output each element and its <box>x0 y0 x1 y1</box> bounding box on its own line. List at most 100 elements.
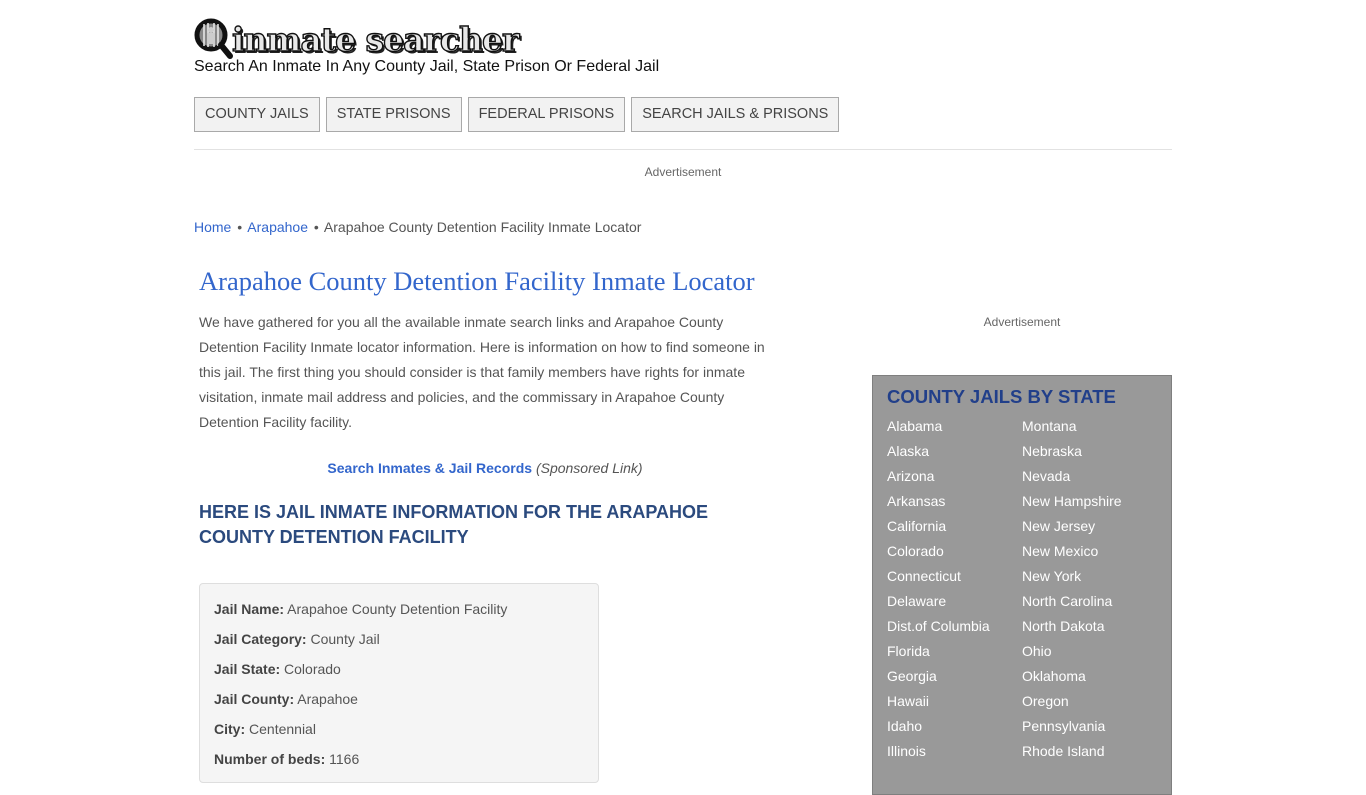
state-list-item: California <box>887 514 1022 539</box>
info-label: Jail State: <box>214 661 281 677</box>
state-list-item: Nevada <box>1022 464 1122 489</box>
breadcrumb-county[interactable]: Arapahoe <box>247 219 308 235</box>
state-list-item: New Jersey <box>1022 514 1122 539</box>
info-label: Jail Category: <box>214 631 307 647</box>
state-list-item: Arkansas <box>887 489 1022 514</box>
state-link[interactable]: New York <box>1022 568 1081 584</box>
state-link[interactable]: Idaho <box>887 718 922 734</box>
state-link[interactable]: Florida <box>887 643 930 659</box>
section-heading: HERE IS JAIL INMATE INFORMATION FOR THE … <box>199 502 709 547</box>
info-value: 1166 <box>329 751 360 767</box>
state-list-item: Nebraska <box>1022 439 1122 464</box>
states-column-2: Montana Nebraska Nevada New Hampshire New Je… <box>1022 414 1122 764</box>
info-value: Centennial <box>249 721 316 737</box>
state-link[interactable]: Montana <box>1022 418 1076 434</box>
info-row-jail-county: Jail County: Arapahoe <box>214 688 584 718</box>
logo-wordmark: inmate searcher <box>231 19 520 59</box>
state-link[interactable]: Hawaii <box>887 693 929 709</box>
state-list-item: Dist.of Columbia <box>887 614 1022 639</box>
info-label: Jail County: <box>214 691 295 707</box>
state-list-item: Idaho <box>887 714 1022 739</box>
state-link[interactable]: Oregon <box>1022 693 1069 709</box>
state-list-item: New Mexico <box>1022 539 1122 564</box>
state-list-item: North Carolina <box>1022 589 1122 614</box>
state-link[interactable]: New Hampshire <box>1022 493 1122 509</box>
state-link[interactable]: Colorado <box>887 543 944 559</box>
state-link[interactable]: Connecticut <box>887 568 961 584</box>
state-list-item: Connecticut <box>887 564 1022 589</box>
info-row-jail-category: Jail Category: County Jail <box>214 628 584 658</box>
nav-federal-prisons[interactable]: FEDERAL PRISONS <box>467 97 626 132</box>
nav-search-jails-prisons[interactable]: SEARCH JAILS & PRISONS <box>631 97 840 132</box>
info-value: Arapahoe County Detention Facility <box>287 601 508 617</box>
info-label: Jail Name: <box>214 601 285 617</box>
state-list-item: Alaska <box>887 439 1022 464</box>
breadcrumb-separator: • <box>237 219 243 235</box>
state-list-item: Delaware <box>887 589 1022 614</box>
sponsored-link-block: Search Inmates & Jail Records (Sponsored… <box>199 460 771 476</box>
site-logo[interactable]: inmate searcher <box>194 18 520 60</box>
info-row-jail-name: Jail Name: Arapahoe County Detention Fac… <box>214 598 584 628</box>
breadcrumb-current: Arapahoe County Detention Facility Inmat… <box>323 219 642 235</box>
states-heading: COUNTY JAILS BY STATE <box>887 386 1116 407</box>
state-link[interactable]: Delaware <box>887 593 946 609</box>
state-list-item: Florida <box>887 639 1022 664</box>
info-value: Colorado <box>284 661 341 677</box>
info-label: Number of beds: <box>214 751 326 767</box>
jail-info-box: Jail Name: Arapahoe County Detention Fac… <box>199 583 599 783</box>
state-link[interactable]: New Jersey <box>1022 518 1095 534</box>
page-title: Arapahoe County Detention Facility Inmat… <box>199 266 755 296</box>
info-label: City: <box>214 721 246 737</box>
nav-county-jails[interactable]: COUNTY JAILS <box>194 97 320 132</box>
breadcrumb-home[interactable]: Home <box>194 219 231 235</box>
state-list-item: Oklahoma <box>1022 664 1122 689</box>
state-link[interactable]: Alabama <box>887 418 942 434</box>
state-list-item: Pennsylvania <box>1022 714 1122 739</box>
state-link[interactable]: Georgia <box>887 668 937 684</box>
state-link[interactable]: New Mexico <box>1022 543 1098 559</box>
state-list-item: Rhode Island <box>1022 739 1122 764</box>
info-row-city: City: Centennial <box>214 718 584 748</box>
state-link[interactable]: Oklahoma <box>1022 668 1086 684</box>
state-list-item: Montana <box>1022 414 1122 439</box>
state-link[interactable]: Illinois <box>887 743 926 759</box>
state-link[interactable]: California <box>887 518 946 534</box>
site-tagline: Search An Inmate In Any County Jail, Sta… <box>194 58 660 75</box>
advertisement-label-top: Advertisement <box>644 165 722 179</box>
breadcrumb: Home • Arapahoe • Arapahoe County Detent… <box>194 219 641 235</box>
state-list-item: North Dakota <box>1022 614 1122 639</box>
magnifier-inmate-icon <box>194 18 234 60</box>
header-divider <box>194 149 1172 150</box>
main-nav: COUNTY JAILS STATE PRISONS FEDERAL PRISO… <box>194 97 840 132</box>
state-link[interactable]: Alaska <box>887 443 929 459</box>
intro-paragraph: We have gathered for you all the availab… <box>199 314 765 430</box>
state-link[interactable]: Nebraska <box>1022 443 1082 459</box>
county-jails-by-state-panel: COUNTY JAILS BY STATE Alabama Alaska Arizo… <box>872 375 1172 795</box>
breadcrumb-separator: • <box>313 219 319 235</box>
state-list-item: Georgia <box>887 664 1022 689</box>
advertisement-label-side: Advertisement <box>983 315 1061 329</box>
state-link[interactable]: Arkansas <box>887 493 945 509</box>
state-list-item: Ohio <box>1022 639 1122 664</box>
info-value: Arapahoe <box>297 691 358 707</box>
search-inmates-link[interactable]: Search Inmates & Jail Records <box>327 460 532 476</box>
states-column-1: Alabama Alaska Arizona Arkansas California Co… <box>887 414 1022 764</box>
state-list-item: Colorado <box>887 539 1022 564</box>
state-link[interactable]: Nevada <box>1022 468 1070 484</box>
state-link[interactable]: North Dakota <box>1022 618 1104 634</box>
state-link[interactable]: Rhode Island <box>1022 743 1105 759</box>
info-row-jail-state: Jail State: Colorado <box>214 658 584 688</box>
info-row-beds: Number of beds: 1166 <box>214 748 584 778</box>
state-list-item: New York <box>1022 564 1122 589</box>
state-link[interactable]: Dist.of Columbia <box>887 618 990 634</box>
state-list-item: Alabama <box>887 414 1022 439</box>
info-value: County Jail <box>310 631 380 647</box>
state-list-item: Illinois <box>887 739 1022 764</box>
nav-state-prisons[interactable]: STATE PRISONS <box>325 97 462 132</box>
state-link[interactable]: Pennsylvania <box>1022 718 1105 734</box>
sponsored-note: (Sponsored Link) <box>535 460 643 476</box>
state-link[interactable]: North Carolina <box>1022 593 1112 609</box>
state-link[interactable]: Arizona <box>887 468 934 484</box>
state-link[interactable]: Ohio <box>1022 643 1052 659</box>
state-list-item: Arizona <box>887 464 1022 489</box>
